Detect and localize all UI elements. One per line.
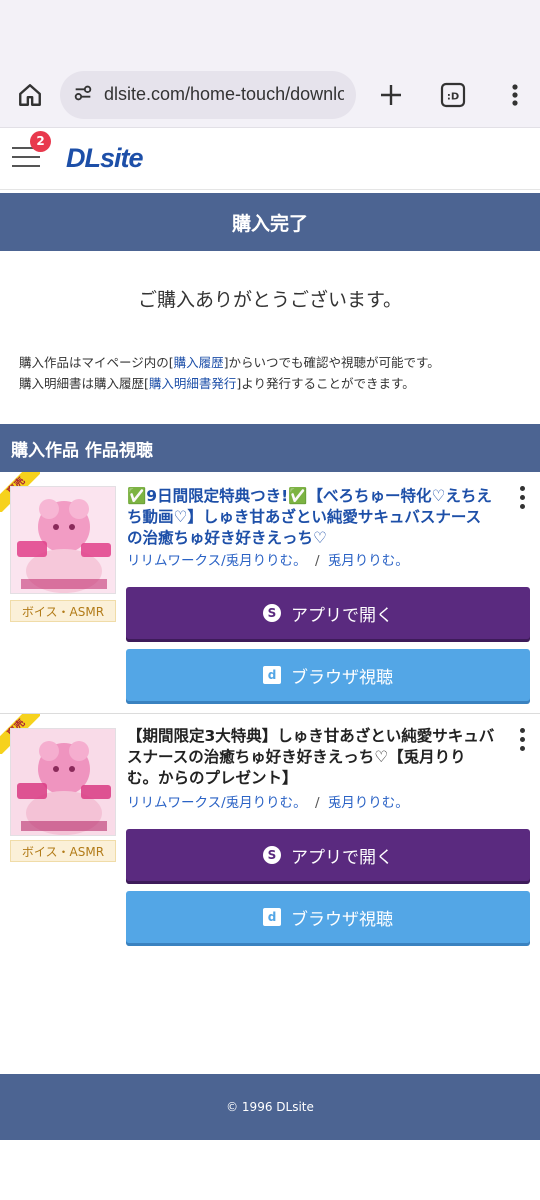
- work-title-link[interactable]: ✅9日間限定特典つき!✅【べろちゅー特化♡えちえち動画♡】しゅき甘あざとい純愛サ…: [127, 486, 495, 549]
- page-title: 購入完了: [0, 193, 540, 251]
- creator-separator: /: [314, 553, 320, 569]
- work-item: 専売 ボイス・ASMR 【期間限定3大特典】しゅき甘あざとい純愛サキュバスナース…: [0, 714, 540, 954]
- tab-switcher-icon[interactable]: :D: [436, 78, 470, 112]
- open-in-app-button[interactable]: S アプリで開く: [126, 587, 530, 639]
- thanks-message: ご購入ありがとうございます。: [137, 289, 403, 311]
- work-creators: リリムワークス/兎月りりむ。 / 兎月りりむ。: [127, 791, 409, 811]
- genre-tag: ボイス・ASMR: [10, 600, 116, 622]
- browser-d-icon: d: [263, 666, 281, 684]
- circle-link[interactable]: リリムワークス/兎月りりむ。: [127, 795, 307, 811]
- app-logo-icon: S: [263, 604, 281, 622]
- more-options-icon[interactable]: [498, 78, 532, 112]
- work-thumbnail[interactable]: [10, 486, 116, 594]
- browser-d-icon: d: [263, 908, 281, 926]
- work-title-link[interactable]: 【期間限定3大特典】しゅき甘あざとい純愛サキュバスナースの治癒ちゅ好き好きえっち…: [127, 726, 495, 789]
- new-tab-plus-icon[interactable]: [374, 78, 408, 112]
- footer-copyright: © 1996 DLsite: [0, 1074, 540, 1140]
- browser-view-button[interactable]: d ブラウザ視聴: [126, 649, 530, 701]
- site-header: 2 DLsite: [0, 128, 540, 190]
- work-creators: リリムワークス/兎月りりむ。 / 兎月りりむ。: [127, 549, 409, 569]
- info-line-history: 購入作品はマイページ内の[購入履歴]からいつでも確認や視聴が可能です。: [19, 355, 440, 370]
- site-settings-icon[interactable]: [72, 82, 94, 108]
- purchase-info: 購入作品はマイページ内の[購入履歴]からいつでも確認や視聴が可能です。 購入明細…: [0, 352, 540, 394]
- purchase-history-link[interactable]: 購入履歴: [174, 355, 224, 370]
- status-bar-area: [0, 0, 540, 62]
- address-bar[interactable]: dlsite.com/home-touch/downloa: [60, 70, 356, 119]
- section-title: 購入作品 作品視聴: [0, 424, 540, 472]
- app-logo-icon: S: [263, 846, 281, 864]
- open-in-app-button[interactable]: S アプリで開く: [126, 829, 530, 881]
- dlsite-logo[interactable]: DLsite: [66, 143, 144, 174]
- author-link[interactable]: 兎月りりむ。: [328, 795, 409, 811]
- home-icon[interactable]: [14, 78, 46, 112]
- info-line-receipt: 購入明細書は購入履歴[購入明細書発行]より発行することができます。: [19, 376, 415, 391]
- genre-tag: ボイス・ASMR: [10, 840, 116, 862]
- url-text[interactable]: dlsite.com/home-touch/downloa: [104, 84, 344, 105]
- creator-separator: /: [314, 795, 320, 811]
- work-thumbnail[interactable]: [10, 728, 116, 836]
- browser-toolbar: dlsite.com/home-touch/downloa :D: [0, 62, 540, 128]
- tab-switcher-label: :D: [447, 91, 459, 102]
- receipt-issue-link[interactable]: 購入明細書発行: [149, 376, 237, 391]
- work-item: 専売 ボイス・ASMR ✅9日間限定特典つき!✅【べろちゅー特化♡えちえち動画♡…: [0, 472, 540, 714]
- work-menu-icon[interactable]: [520, 728, 526, 755]
- browser-view-button[interactable]: d ブラウザ視聴: [126, 891, 530, 943]
- hamburger-menu-icon[interactable]: 2: [12, 130, 51, 171]
- author-link[interactable]: 兎月りりむ。: [328, 553, 409, 569]
- notification-badge: 2: [30, 130, 51, 152]
- circle-link[interactable]: リリムワークス/兎月りりむ。: [127, 553, 307, 569]
- work-menu-icon[interactable]: [520, 486, 526, 513]
